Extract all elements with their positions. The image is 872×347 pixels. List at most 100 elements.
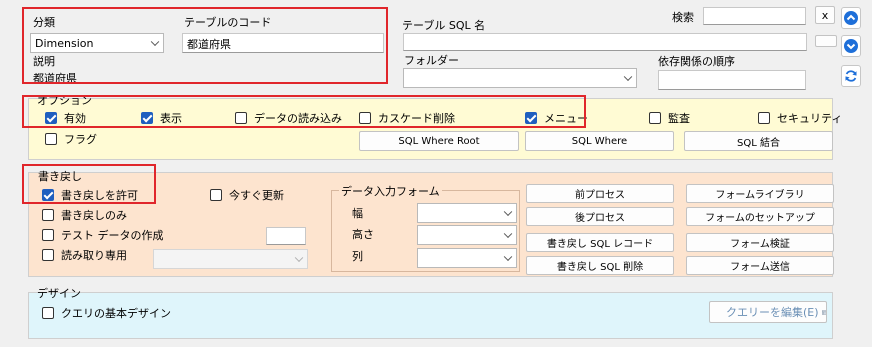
create-test-data-checkbox[interactable]: テスト データの作成 (42, 227, 164, 243)
dependency-label: 依存関係の順序 (658, 55, 735, 68)
load-data-label: データの読み込み (254, 112, 342, 125)
table-code-field[interactable]: 都道府県 (182, 33, 384, 53)
move-up-button[interactable] (841, 7, 861, 29)
writeback-sql-delete-button[interactable]: 書き戻し SQL 削除 (526, 256, 674, 275)
checkbox-box (359, 112, 371, 124)
edit-query-button[interactable]: クエリーを編集(E) (709, 301, 827, 323)
visible-checkbox[interactable]: 表示 (141, 110, 182, 126)
category-value: Dimension (35, 37, 94, 50)
cascade-delete-checkbox[interactable]: カスケード削除 (359, 110, 455, 126)
checkbox-box (649, 112, 661, 124)
checkbox-box (235, 112, 247, 124)
chevron-up-icon (844, 11, 858, 25)
cascade-delete-label: カスケード削除 (378, 112, 455, 125)
pre-process-label: 前プロセス (575, 190, 625, 201)
form-library-button[interactable]: フォームライブラリ (686, 184, 834, 203)
form-submit-button[interactable]: フォーム送信 (686, 256, 834, 275)
writeback-only-checkbox[interactable]: 書き戻しのみ (42, 207, 127, 223)
description-label: 説明 (33, 55, 55, 68)
chevron-down-icon (503, 252, 513, 262)
allow-writeback-label: 書き戻しを許可 (61, 189, 138, 202)
post-process-button[interactable]: 後プロセス (526, 207, 674, 226)
width-label: 幅 (352, 207, 363, 220)
flag-checkbox[interactable]: フラグ (45, 131, 97, 147)
menu-label: メニュー (544, 112, 588, 125)
create-test-data-label: テスト データの作成 (61, 229, 164, 242)
security-checkbox[interactable]: セキュリティ (758, 110, 842, 126)
clear-icon[interactable]: x (815, 6, 835, 24)
height-label: 高さ (352, 228, 374, 241)
audit-checkbox[interactable]: 監査 (649, 110, 690, 126)
security-label: セキュリティ (777, 112, 843, 125)
form-validation-label: フォーム検証 (730, 239, 790, 250)
allow-writeback-checkbox[interactable]: 書き戻しを許可 (42, 187, 138, 203)
column-label: 列 (352, 250, 363, 263)
table-sql-label: テーブル SQL 名 (402, 19, 486, 32)
design-legend: デザイン (37, 287, 81, 300)
enabled-checkbox[interactable]: 有効 (45, 110, 86, 126)
sql-join-button[interactable]: SQL 結合 (684, 131, 833, 151)
chevron-down-icon (503, 207, 513, 217)
table-icon (821, 309, 826, 315)
test-data-count-field[interactable] (266, 227, 306, 245)
pre-process-button[interactable]: 前プロセス (526, 184, 674, 203)
height-select[interactable] (417, 225, 517, 245)
form-setup-label: フォームのセットアップ (705, 213, 815, 224)
sql-where-label: SQL Where (571, 135, 628, 147)
column-select[interactable] (417, 248, 517, 268)
checkbox-box (42, 209, 54, 221)
small-field-button[interactable] (815, 35, 837, 47)
checkbox-box (42, 229, 54, 241)
search-label: 検索 (672, 11, 694, 24)
sql-join-label: SQL 結合 (737, 137, 780, 149)
checkbox-box (45, 112, 57, 124)
search-input[interactable] (703, 7, 806, 25)
read-only-select[interactable] (153, 249, 308, 269)
sql-where-root-label: SQL Where Root (398, 135, 480, 147)
edit-query-label: クエリーを編集(E) (726, 306, 819, 319)
query-base-design-checkbox[interactable]: クエリの基本デザイン (42, 305, 171, 321)
chevron-down-icon (150, 37, 160, 47)
description-field[interactable]: 都道府県 (33, 70, 77, 86)
writeback-sql-record-button[interactable]: 書き戻し SQL レコード (526, 233, 674, 252)
writeback-legend: 書き戻し (38, 170, 82, 183)
checkbox-box (45, 133, 57, 145)
chevron-down-icon (503, 229, 513, 239)
sql-where-root-button[interactable]: SQL Where Root (359, 131, 519, 151)
load-data-checkbox[interactable]: データの読み込み (235, 110, 342, 126)
table-code-label: テーブルのコード (184, 16, 272, 29)
category-label: 分類 (33, 16, 55, 29)
options-legend: オプション (37, 94, 92, 107)
form-setup-button[interactable]: フォームのセットアップ (686, 207, 834, 226)
data-entry-form-legend: データ入力フォーム (339, 183, 442, 199)
flag-label: フラグ (64, 133, 97, 146)
folder-select[interactable] (403, 68, 637, 88)
enabled-label: 有効 (64, 112, 86, 125)
checkbox-box (42, 249, 54, 261)
category-select[interactable]: Dimension (30, 33, 164, 53)
checkbox-box (141, 112, 153, 124)
chevron-down-icon (844, 39, 858, 53)
query-base-design-label: クエリの基本デザイン (61, 307, 171, 320)
writeback-only-label: 書き戻しのみ (61, 209, 127, 222)
clear-search-button-label: x (821, 8, 829, 22)
read-only-checkbox[interactable]: 読み取り専用 (42, 247, 127, 263)
refresh-button[interactable] (841, 65, 861, 87)
table-sql-field[interactable] (403, 33, 807, 51)
sql-where-button[interactable]: SQL Where (525, 131, 674, 151)
menu-checkbox[interactable]: メニュー (525, 110, 588, 126)
form-library-label: フォームライブラリ (715, 190, 805, 201)
chevron-down-icon (294, 253, 304, 263)
form-validation-button[interactable]: フォーム検証 (686, 233, 834, 252)
checkbox-box (42, 307, 54, 319)
dependency-field[interactable] (658, 70, 806, 90)
width-select[interactable] (417, 203, 517, 223)
move-down-button[interactable] (841, 35, 861, 57)
writeback-sql-delete-label: 書き戻し SQL 削除 (556, 262, 644, 273)
audit-label: 監査 (668, 112, 690, 125)
update-now-checkbox[interactable]: 今すぐ更新 (210, 187, 284, 203)
checkbox-box (210, 189, 222, 201)
refresh-icon (845, 70, 857, 82)
folder-label: フォルダー (404, 54, 459, 67)
visible-label: 表示 (160, 112, 182, 125)
